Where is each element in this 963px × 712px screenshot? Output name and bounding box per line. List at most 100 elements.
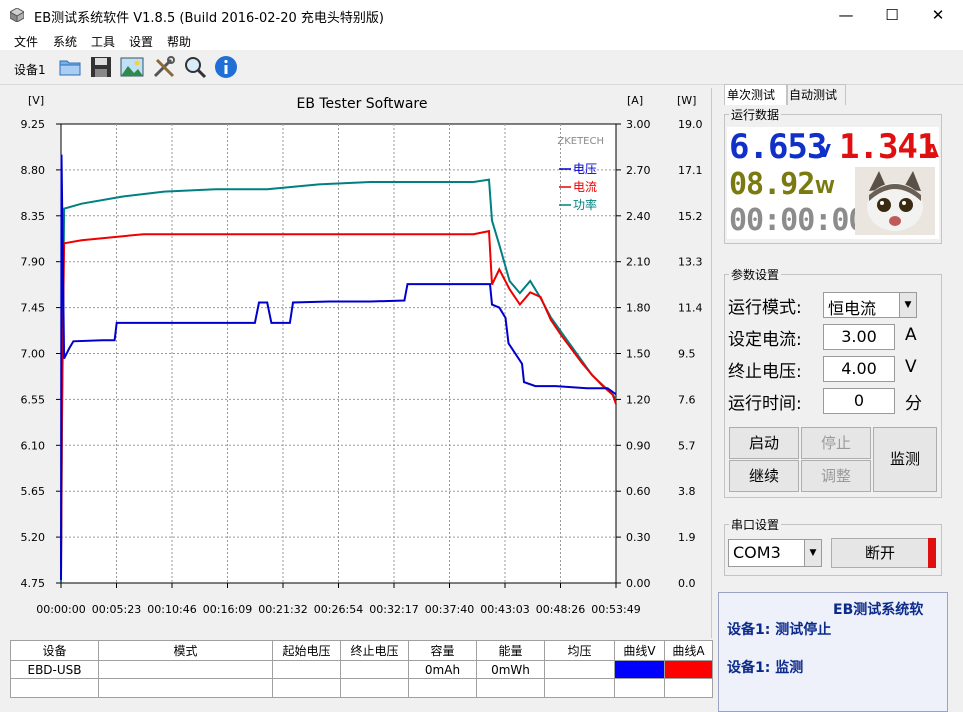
title-bar: EB测试系统软件 V1.8.5 (Build 2016-02-20 充电头特别版… <box>0 0 963 30</box>
y-tick-label-voltage: 5.20 <box>21 531 46 544</box>
x-tick-label: 00:05:23 <box>92 603 141 616</box>
tools-icon[interactable] <box>152 55 176 79</box>
log-title: EB测试系统软 <box>833 602 924 618</box>
legend-label: 电流 <box>573 180 597 194</box>
legend-label: 电压 <box>573 162 597 176</box>
y-tick-label-current: 0.60 <box>626 485 651 498</box>
y-tick-label-current: 1.20 <box>626 393 651 406</box>
stop-voltage-input[interactable]: 4.00 <box>823 356 895 382</box>
y-tick-label-voltage: 6.10 <box>21 439 46 452</box>
time-readout: 00:00:00 <box>729 203 866 238</box>
stop-voltage-unit: V <box>905 357 917 377</box>
chart-watermark: ZKETECH <box>557 136 604 147</box>
chart-panel: EB Tester Software [V] [A] [W] 9.25 3.00 1… <box>10 88 712 638</box>
left-axis-unit: [V] <box>28 94 44 107</box>
app-icon <box>10 8 24 22</box>
mode-label: 运行模式: <box>728 298 802 318</box>
menu-file[interactable]: 文件 <box>14 33 38 50</box>
y-tick-label-voltage: 7.00 <box>21 348 46 361</box>
x-tick-label: 00:00:00 <box>36 603 85 616</box>
search-icon[interactable] <box>183 55 207 79</box>
table-row <box>10 678 713 698</box>
table-header: 终止电压 <box>340 640 409 661</box>
save-icon[interactable] <box>89 55 113 79</box>
minimize-button[interactable]: — <box>823 0 869 30</box>
disconnect-button[interactable]: 断开 <box>831 538 929 568</box>
device-selector[interactable]: 设备1 <box>14 61 46 78</box>
window-title: EB测试系统软件 V1.8.5 (Build 2016-02-20 充电头特别版… <box>34 11 384 26</box>
y-tick-label-current: 1.50 <box>626 348 651 361</box>
curve-v-swatch[interactable] <box>614 659 665 680</box>
voltage-readout: 6.653 <box>729 127 827 167</box>
table-cell-avg-voltage <box>544 659 615 680</box>
image-icon[interactable] <box>120 55 144 79</box>
connection-status-indicator <box>928 538 936 568</box>
y-tick-label-power: 5.7 <box>678 439 696 452</box>
mode-select[interactable]: 恒电流 ▼ <box>823 292 917 318</box>
close-button[interactable]: ✕ <box>915 0 961 30</box>
y-tick-label-current: 2.70 <box>626 164 651 177</box>
y-tick-label-power: 15.2 <box>678 210 703 223</box>
voltage-unit: V <box>817 141 831 162</box>
table-cell-start-voltage <box>272 659 341 680</box>
monitor-button[interactable]: 监测 <box>873 427 937 492</box>
menu-help[interactable]: 帮助 <box>167 33 191 50</box>
table-cell-device: EBD-USB <box>10 659 99 680</box>
chevron-down-icon[interactable]: ▼ <box>899 293 916 317</box>
curve-a-swatch[interactable] <box>664 659 713 680</box>
cat-avatar <box>855 167 935 235</box>
maximize-button[interactable]: ☐ <box>869 0 915 30</box>
continue-button[interactable]: 继续 <box>729 460 799 492</box>
adjust-button[interactable]: 调整 <box>801 460 871 492</box>
table-cell-mode <box>98 659 273 680</box>
tab-single-test[interactable]: 单次测试 <box>724 84 788 105</box>
info-icon[interactable] <box>214 55 238 79</box>
chart-title: EB Tester Software <box>296 96 427 112</box>
folder-icon[interactable] <box>58 55 82 79</box>
y-tick-label-voltage: 8.35 <box>21 210 46 223</box>
table-header: 能量 <box>476 640 545 661</box>
y-tick-label-power: 1.9 <box>678 531 696 544</box>
current-unit: A <box>925 141 939 162</box>
y-tick-label-current: 0.90 <box>626 439 651 452</box>
run-data-group: 运行数据 6.653 V 1.341 A 08.92 W 00:00:00 <box>724 106 942 244</box>
menu-system[interactable]: 系统 <box>53 33 77 50</box>
run-data-title: 运行数据 <box>729 106 782 123</box>
x-tick-label: 00:10:46 <box>147 603 196 616</box>
chevron-down-icon[interactable]: ▼ <box>804 540 821 566</box>
y-tick-label-current: 2.40 <box>626 210 651 223</box>
table-row[interactable]: EBD-USB 0mAh 0mWh <box>10 659 713 680</box>
stop-voltage-label: 终止电压: <box>728 362 802 382</box>
start-button[interactable]: 启动 <box>729 427 799 459</box>
table-header: 均压 <box>544 640 615 661</box>
table-cell-capacity: 0mAh <box>408 659 477 680</box>
readout-area: 6.653 V 1.341 A 08.92 W 00:00:00 <box>727 127 939 239</box>
run-time-unit: 分 <box>905 394 922 414</box>
serial-title: 串口设置 <box>729 516 782 533</box>
log-line: 设备1: 监测 <box>727 660 804 676</box>
x-tick-label: 00:32:17 <box>369 603 418 616</box>
table-header: 容量 <box>408 640 477 661</box>
run-time-input[interactable]: 0 <box>823 388 895 414</box>
table-cell-energy: 0mWh <box>476 659 545 680</box>
log-line: 设备1: 测试停止 <box>727 622 832 638</box>
y-tick-label-voltage: 7.45 <box>21 302 46 315</box>
y-tick-label-power: 0.0 <box>678 577 696 590</box>
set-current-unit: A <box>905 325 917 345</box>
menu-tools[interactable]: 工具 <box>91 33 115 50</box>
table-cell-stop-voltage <box>340 659 409 680</box>
x-tick-label: 00:21:32 <box>258 603 307 616</box>
y-tick-label-power: 13.3 <box>678 256 703 269</box>
y-tick-label-current: 0.30 <box>626 531 651 544</box>
x-tick-label: 00:37:40 <box>425 603 474 616</box>
y-tick-label-current: 2.10 <box>626 256 651 269</box>
menu-settings[interactable]: 设置 <box>129 33 153 50</box>
y-tick-label-power: 9.5 <box>678 348 696 361</box>
stop-button[interactable]: 停止 <box>801 427 871 459</box>
tab-auto-test[interactable]: 自动测试 <box>786 84 846 105</box>
y-tick-label-voltage: 5.65 <box>21 485 46 498</box>
set-current-input[interactable]: 3.00 <box>823 324 895 350</box>
com-port-select[interactable]: COM3 ▼ <box>728 539 822 567</box>
y-tick-label-power: 7.6 <box>678 393 696 406</box>
y-tick-label-voltage: 7.90 <box>21 256 46 269</box>
